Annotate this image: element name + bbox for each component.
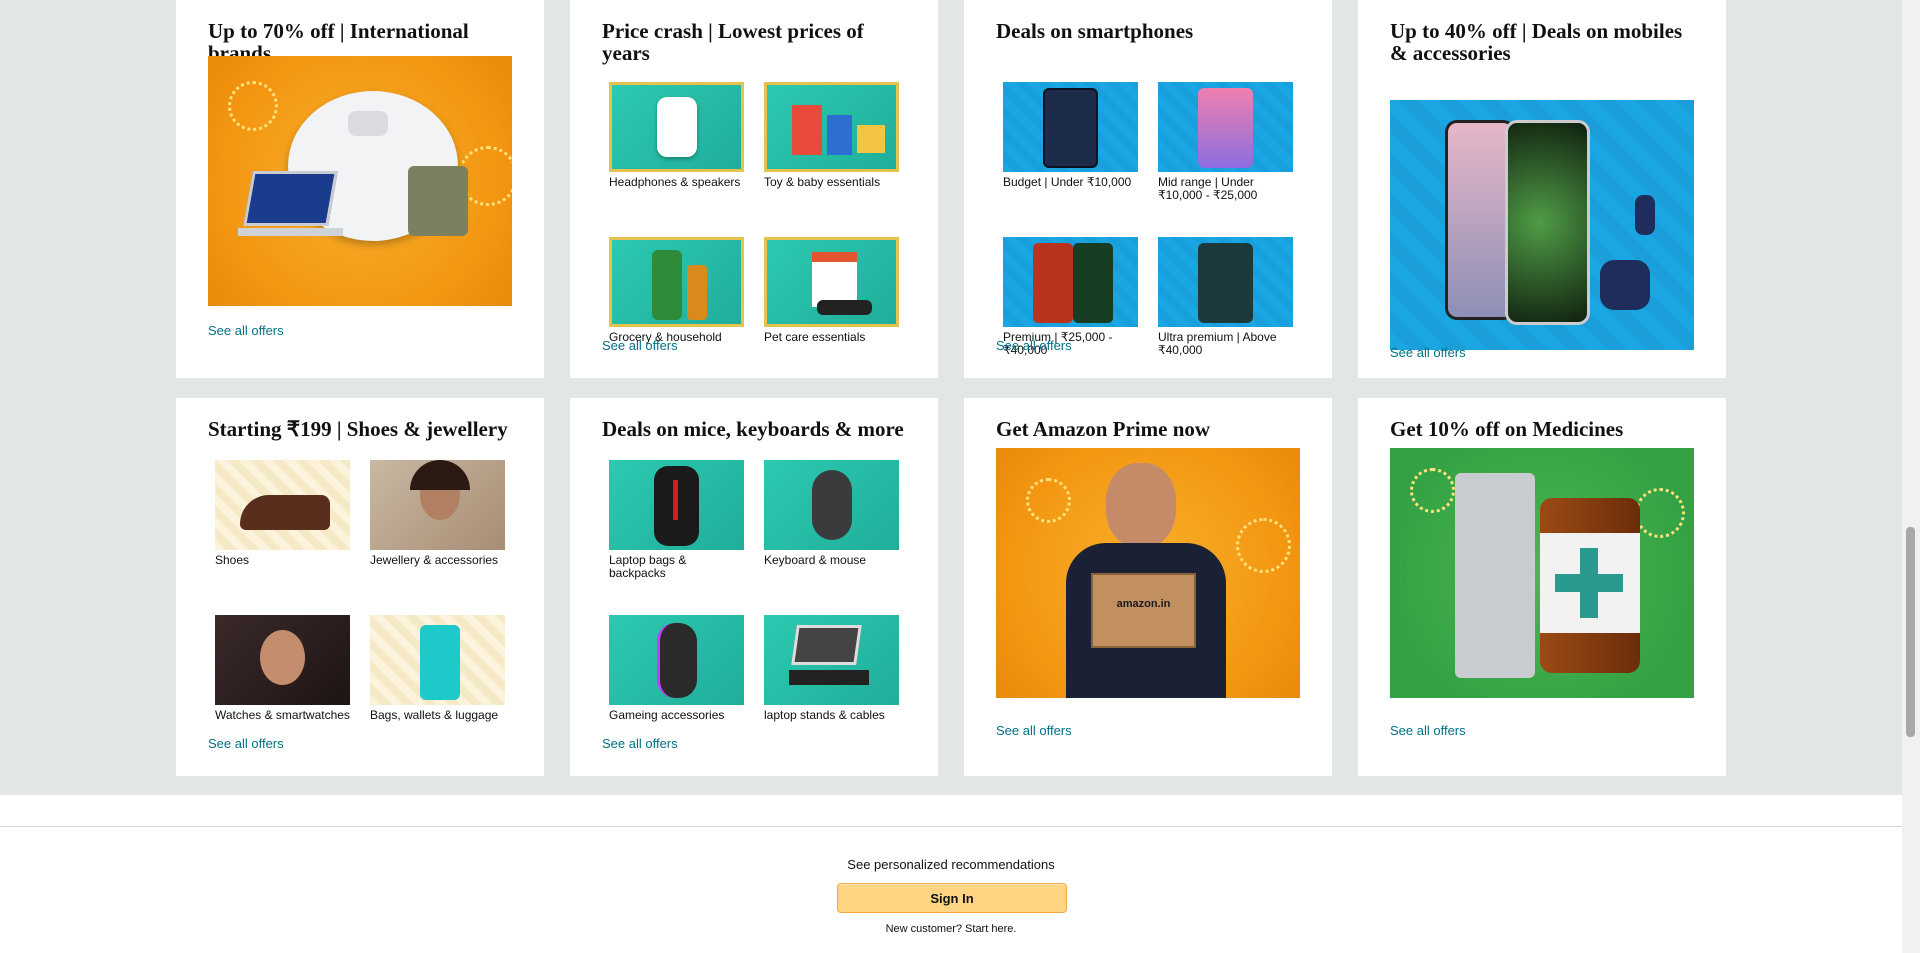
- medicines-banner[interactable]: [1390, 448, 1694, 698]
- tile-pet-care[interactable]: Pet care essentials: [764, 237, 899, 392]
- luggage-image: [370, 615, 505, 705]
- vertical-scrollbar[interactable]: [1902, 0, 1920, 953]
- see-all-offers-link[interactable]: See all offers: [996, 723, 1072, 738]
- see-all-offers-link[interactable]: See all offers: [996, 338, 1072, 353]
- scrollbar-thumb[interactable]: [1906, 527, 1915, 737]
- tile-keyboard-mouse[interactable]: Keyboard & mouse: [764, 460, 899, 615]
- footer-divider: [0, 826, 1902, 827]
- phone-flagship-image: [1158, 237, 1293, 327]
- tile-label: Jewellery & accessories: [370, 553, 499, 567]
- card-title: Starting ₹199 | Shoes & jewellery: [208, 417, 508, 441]
- deal-card-mobiles-accessories: Up to 40% off | Deals on mobiles & acces…: [1358, 0, 1726, 378]
- deal-card-amazon-prime: Get Amazon Prime now amazon.in See all o…: [964, 398, 1332, 776]
- backpack-image: [609, 460, 744, 550]
- tile-laptop-stands[interactable]: laptop stands & cables: [764, 615, 899, 770]
- deal-card-price-crash: Price crash | Lowest prices of years Hea…: [570, 0, 938, 378]
- deal-card-mice-keyboards: Deals on mice, keyboards & more Laptop b…: [570, 398, 938, 776]
- new-customer-link[interactable]: New customer? Start here.: [0, 923, 1902, 935]
- tile-midrange-phones[interactable]: Mid range | Under ₹10,000 - ₹25,000: [1158, 82, 1293, 237]
- gaming-mouse-image: [609, 615, 744, 705]
- box-brand-text: amazon.in: [1116, 598, 1171, 610]
- card-title: Up to 40% off | Deals on mobiles & acces…: [1390, 19, 1683, 65]
- tile-label: Budget | Under ₹10,000: [1003, 175, 1132, 189]
- see-all-offers-link[interactable]: See all offers: [1390, 345, 1466, 360]
- tile-budget-phones[interactable]: Budget | Under ₹10,000: [1003, 82, 1138, 237]
- tile-label: Bags, wallets & luggage: [370, 708, 499, 722]
- tile-premium-phones[interactable]: Premium | ₹25,000 - ₹40,000: [1003, 237, 1138, 392]
- jewellery-model-image: [370, 460, 505, 550]
- prime-promo-banner[interactable]: amazon.in: [996, 448, 1300, 698]
- tile-label: Watches & smartwatches: [215, 708, 350, 722]
- phone-nord-image: [1003, 237, 1138, 327]
- toys-image: [764, 82, 899, 172]
- tile-grocery[interactable]: Grocery & household: [609, 237, 744, 392]
- see-all-offers-link[interactable]: See all offers: [602, 338, 678, 353]
- card-title: Deals on mice, keyboards & more: [602, 417, 904, 441]
- pet-care-image: [764, 237, 899, 327]
- tile-bags-luggage[interactable]: Bags, wallets & luggage: [370, 615, 505, 770]
- tile-label: Keyboard & mouse: [764, 553, 867, 567]
- earbuds-image: [609, 82, 744, 172]
- tile-jewellery[interactable]: Jewellery & accessories: [370, 460, 505, 615]
- tile-label: Pet care essentials: [764, 330, 866, 344]
- tile-ultra-premium-phones[interactable]: Ultra premium | Above ₹40,000: [1158, 237, 1293, 392]
- tile-label: Laptop bags & backpacks: [609, 553, 687, 580]
- watches-model-image: [215, 615, 350, 705]
- deal-card-smartphones: Deals on smartphones Budget | Under ₹10,…: [964, 0, 1332, 378]
- see-all-offers-link[interactable]: See all offers: [1390, 723, 1466, 738]
- tile-laptop-bags[interactable]: Laptop bags & backpacks: [609, 460, 744, 615]
- personalized-recommendations-text: See personalized recommendations: [847, 857, 1055, 872]
- laptop-stand-image: [764, 615, 899, 705]
- tile-label: Gameing accessories: [609, 708, 725, 722]
- deal-card-shoes-jewellery: Starting ₹199 | Shoes & jewellery Shoes …: [176, 398, 544, 776]
- deal-card-medicines: Get 10% off on Medicines See all offers: [1358, 398, 1726, 776]
- tile-label: laptop stands & cables: [764, 708, 885, 722]
- tile-label: Shoes: [215, 553, 250, 567]
- tile-label: Toy & baby essentials: [764, 175, 881, 189]
- phone-realme-image: [1158, 82, 1293, 172]
- card-title: Get Amazon Prime now: [996, 417, 1211, 441]
- card-title: Deals on smartphones: [996, 19, 1194, 43]
- tile-toys[interactable]: Toy & baby essentials: [764, 82, 899, 237]
- sign-in-button[interactable]: Sign In: [837, 883, 1067, 913]
- deal-card-international-brands: Up to 70% off | International brands See…: [176, 0, 544, 378]
- tile-label: Mid range | Under ₹10,000 - ₹25,000: [1158, 175, 1258, 202]
- mobiles-earbuds-banner[interactable]: [1390, 100, 1694, 350]
- see-all-offers-link[interactable]: See all offers: [208, 323, 284, 338]
- shoes-image: [215, 460, 350, 550]
- phone-m04-image: [1003, 82, 1138, 172]
- grocery-image: [609, 237, 744, 327]
- card-title: Up to 70% off | International brands: [208, 19, 469, 65]
- tile-shoes[interactable]: Shoes: [215, 460, 350, 615]
- tile-headphones[interactable]: Headphones & speakers: [609, 82, 744, 237]
- card-title: Price crash | Lowest prices of years: [602, 19, 864, 65]
- see-all-offers-link[interactable]: See all offers: [208, 736, 284, 751]
- robot-vacuum-laptop-banner[interactable]: [208, 56, 512, 306]
- card-title: Get 10% off on Medicines: [1390, 417, 1624, 441]
- see-all-offers-link[interactable]: See all offers: [602, 736, 678, 751]
- tile-label: Ultra premium | Above ₹40,000: [1158, 330, 1277, 357]
- mouse-image: [764, 460, 899, 550]
- tile-label: Headphones & speakers: [609, 175, 741, 189]
